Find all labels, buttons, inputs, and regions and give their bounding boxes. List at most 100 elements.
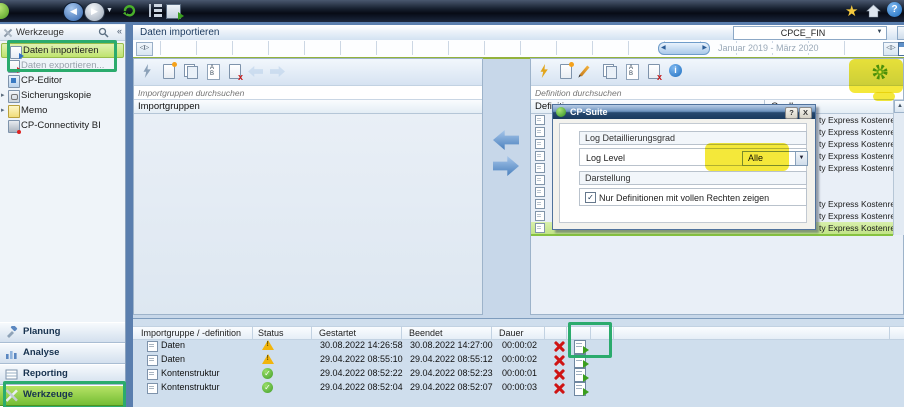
chevron-down-icon[interactable]: ▼ [874, 28, 885, 37]
definitions-scrollbar[interactable]: ▲ [893, 100, 904, 235]
import-groups-list[interactable] [134, 114, 482, 314]
definition-quelle-text: ty Express Kostenrechn [819, 163, 893, 173]
model-extra-button[interactable] [897, 26, 904, 40]
timeline-left-button[interactable]: ◁▷ [136, 42, 153, 56]
copy-icon[interactable] [182, 63, 200, 80]
open-log-icon[interactable] [574, 382, 586, 396]
definition-checkbox[interactable] [535, 139, 545, 149]
definition-quelle-text: ty Express Kostenrechn [819, 211, 893, 221]
history-column-gestartet[interactable]: Gestartet [319, 328, 356, 338]
history-row-checkbox[interactable] [147, 341, 158, 352]
arrow-right-icon[interactable] [270, 63, 288, 80]
model-selector-value: CPCE_FIN [734, 28, 872, 38]
log-level-label: Log Level [586, 153, 625, 163]
arrow-left-icon[interactable] [248, 63, 266, 80]
timeline-tick [304, 41, 305, 55]
lightning-icon[interactable] [535, 63, 553, 80]
definition-checkbox[interactable] [535, 151, 545, 161]
definition-quelle-text: ty Express Kostenrechn [819, 127, 893, 137]
timeline-tick [628, 41, 629, 55]
delete-entry-icon[interactable] [554, 341, 564, 351]
history-column-name[interactable]: Importgruppe / -definition [141, 328, 241, 338]
delete-icon[interactable] [226, 63, 244, 80]
timeline-tick [592, 41, 593, 55]
edit-icon[interactable] [579, 63, 597, 80]
definition-checkbox[interactable] [535, 127, 545, 137]
rights-checkbox[interactable]: ✓ [585, 192, 596, 203]
module-nav-label: Analyse [23, 347, 59, 358]
group-log-detail-heading: Log Detaillierungsgrad [585, 133, 675, 143]
sidebar: Werkzeuge « Daten importierenDaten expor… [0, 24, 126, 407]
definitions-search[interactable] [531, 86, 903, 100]
definition-checkbox[interactable] [535, 211, 545, 221]
app-orb-icon[interactable] [0, 3, 9, 19]
definition-checkbox[interactable] [535, 199, 545, 209]
sort-ab-icon[interactable] [623, 63, 641, 80]
forward-button[interactable]: ▶ [84, 2, 105, 22]
history-row[interactable]: Kontenstruktur✓29.04.2022 08:52:0429.04.… [133, 381, 904, 395]
open-log-icon[interactable] [574, 368, 586, 382]
new-item-icon[interactable] [557, 63, 575, 80]
new-item-icon[interactable] [160, 63, 178, 80]
history-row-checkbox[interactable] [147, 369, 158, 380]
delete-icon[interactable] [645, 63, 663, 80]
chevron-down-icon[interactable]: ▼ [795, 152, 807, 165]
module-nav-planung[interactable]: Planung [0, 322, 125, 343]
timeline-tick [448, 41, 449, 55]
history-row[interactable]: Daten30.08.2022 14:26:5830.08.2022 14:27… [133, 339, 904, 353]
definition-checkbox[interactable] [535, 163, 545, 173]
planung-icon [5, 326, 18, 339]
lightning-icon[interactable] [138, 63, 156, 80]
definitions-search-input[interactable] [533, 86, 890, 100]
definition-quelle-text: ty Express Kostenrechn [819, 139, 893, 149]
history-row[interactable]: Kontenstruktur✓29.04.2022 08:52:2229.04.… [133, 367, 904, 381]
import-table-icon[interactable] [166, 4, 181, 19]
history-column-status[interactable]: Status [258, 328, 284, 338]
history-row-checkbox[interactable] [147, 383, 158, 394]
history-row-duration: 00:00:01 [502, 368, 537, 378]
history-column-beendet[interactable]: Beendet [409, 328, 443, 338]
period-timeline[interactable]: ◁▷ ◁▷ ◀▶ Januar 2019 - März 2020 [133, 40, 904, 59]
copy-icon[interactable] [601, 63, 619, 80]
status-warning-icon [262, 354, 274, 364]
history-row[interactable]: Daten29.04.2022 08:55:1029.04.2022 08:55… [133, 353, 904, 367]
dialog-close-button[interactable]: X [799, 107, 812, 119]
home-icon[interactable] [866, 4, 881, 20]
history-row-started: 30.08.2022 14:26:58 [320, 340, 403, 350]
definition-checkbox[interactable] [535, 187, 545, 197]
scroll-up-icon[interactable]: ▲ [894, 100, 904, 113]
favorites-star-icon[interactable]: ★ [845, 2, 858, 20]
timeline-range-label: Januar 2019 - März 2020 [715, 43, 822, 53]
definition-quelle-text: ty Express Kostenrechn [819, 223, 893, 233]
timeline-range-slider[interactable]: ◀▶ [658, 42, 710, 55]
dialog-titlebar[interactable]: CP-Suite ? X [553, 105, 815, 119]
back-button[interactable]: ◀ [63, 2, 84, 22]
refresh-icon[interactable] [121, 3, 137, 20]
calendar-icon[interactable] [898, 42, 904, 56]
sort-ab-icon[interactable] [204, 63, 222, 80]
delete-entry-icon[interactable] [554, 369, 564, 379]
dialog-title: CP-Suite [570, 107, 608, 117]
dialog-help-button[interactable]: ? [785, 107, 798, 119]
delete-entry-icon[interactable] [554, 383, 564, 393]
definition-checkbox[interactable] [535, 223, 545, 233]
definition-checkbox[interactable] [535, 175, 545, 185]
history-column-dauer[interactable]: Dauer [499, 328, 524, 338]
timeline-tick [844, 41, 845, 55]
delete-entry-icon[interactable] [554, 355, 564, 365]
help-icon[interactable]: ? [887, 2, 902, 17]
module-nav-label: Reporting [23, 368, 68, 379]
history-row-checkbox[interactable] [147, 355, 158, 366]
import-groups-search-input[interactable] [136, 86, 471, 100]
module-nav-analyse[interactable]: Analyse [0, 343, 125, 364]
history-header-row[interactable]: Importgruppe / -definition Status Gestarte… [133, 326, 904, 340]
hierarchy-icon[interactable] [149, 4, 163, 17]
model-selector[interactable]: CPCE_FIN ▼ [733, 26, 887, 40]
import-groups-search[interactable] [134, 86, 482, 100]
timeline-page-button[interactable]: ◁▷ [883, 42, 899, 56]
group-darstellung: Darstellung [579, 171, 807, 185]
definition-checkbox[interactable] [535, 115, 545, 125]
history-dropdown-icon[interactable]: ▼ [106, 7, 113, 14]
timeline-tick [376, 41, 377, 55]
info-icon[interactable]: i [667, 63, 685, 80]
